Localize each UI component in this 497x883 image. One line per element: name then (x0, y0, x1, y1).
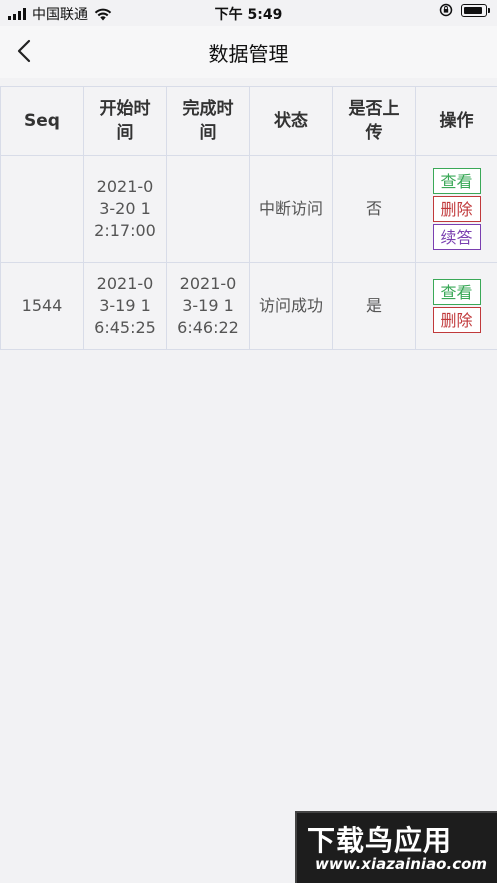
data-table-container: Seq 开始时间 完成时间 状态 是否上传 操作 2021-03-20 12:1… (0, 86, 497, 350)
cell-start-time: 2021-03-20 12:17:00 (83, 155, 167, 263)
view-button[interactable]: 查看 (432, 279, 481, 305)
cell-uploaded: 否 (332, 155, 416, 263)
cell-finish-time: 2021-03-19 16:46:22 (166, 262, 250, 350)
cell-start-time: 2021-03-19 16:45:25 (83, 262, 167, 350)
clock: 下午 5:49 (214, 7, 283, 23)
cell-actions: 查看 删除 (415, 262, 497, 350)
table-header-row: Seq 开始时间 完成时间 状态 是否上传 操作 (0, 86, 497, 156)
cell-actions: 查看 删除 续答 (415, 155, 497, 263)
cell-status: 中断访问 (249, 155, 333, 263)
header-finish-time: 完成时间 (166, 86, 250, 156)
watermark-logo: 下载鸟应用 www.xiazainiao.com (295, 811, 497, 883)
cell-status: 访问成功 (249, 262, 333, 350)
delete-button[interactable]: 删除 (432, 307, 481, 333)
cell-seq: 1544 (0, 262, 84, 350)
table-row: 1544 2021-03-19 16:45:25 2021-03-19 16:4… (0, 262, 497, 350)
cell-uploaded: 是 (332, 262, 416, 350)
header-actions: 操作 (415, 86, 497, 156)
header-status: 状态 (249, 86, 333, 156)
cell-finish-time (166, 155, 250, 263)
continue-button[interactable]: 续答 (432, 224, 481, 250)
header-start-time: 开始时间 (83, 86, 167, 156)
table-row: 2021-03-20 12:17:00 中断访问 否 查看 删除 续答 (0, 155, 497, 263)
delete-button[interactable]: 删除 (432, 196, 481, 222)
orientation-lock-icon (439, 3, 453, 17)
status-right (439, 3, 490, 17)
cell-seq (0, 155, 84, 263)
action-group: 查看 删除 续答 (416, 168, 497, 250)
watermark-url: www.xiazainiao.com (315, 855, 488, 873)
view-button[interactable]: 查看 (432, 168, 481, 194)
status-bar: 中国联通 下午 5:49 (0, 0, 497, 26)
page-title: 数据管理 (208, 42, 289, 66)
action-group: 查看 删除 (416, 279, 497, 333)
header-seq: Seq (0, 86, 84, 156)
nav-bar: 数据管理 (0, 26, 497, 78)
battery-icon (461, 3, 490, 17)
header-uploaded: 是否上传 (332, 86, 416, 156)
data-table: Seq 开始时间 完成时间 状态 是否上传 操作 2021-03-20 12:1… (0, 86, 497, 350)
watermark-title: 下载鸟应用 (307, 824, 453, 857)
